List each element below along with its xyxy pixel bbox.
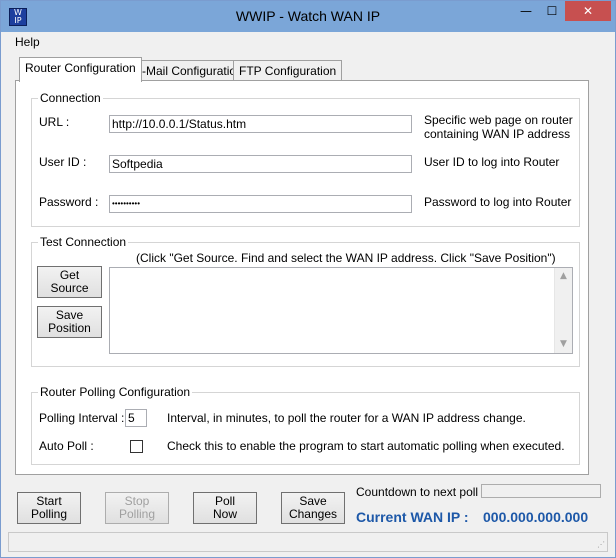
menu-help[interactable]: Help [15, 35, 40, 49]
connection-legend: Connection [40, 91, 101, 105]
test-instructions: (Click "Get Source. Find and select the … [136, 251, 556, 265]
source-textarea[interactable]: ▲ ▼ [109, 267, 573, 354]
userid-label: User ID : [39, 155, 87, 169]
tab-email-configuration[interactable]: E-Mail Configuration [128, 60, 249, 81]
autopoll-label: Auto Poll : [39, 439, 94, 453]
autopoll-help: Check this to enable the program to star… [167, 439, 565, 453]
current-wan-ip-label: Current WAN IP : [356, 509, 469, 525]
polling-config-legend: Router Polling Configuration [40, 385, 191, 399]
polling-interval-help: Interval, in minutes, to poll the router… [167, 411, 526, 425]
url-label: URL : [39, 115, 70, 129]
start-polling-button[interactable]: Start Polling [17, 492, 81, 524]
tab-router-configuration[interactable]: Router Configuration [19, 57, 142, 82]
userid-help: User ID to log into Router [424, 155, 560, 169]
stop-polling-button[interactable]: Stop Polling [105, 492, 169, 524]
resize-grip-icon[interactable]: ⋰ [597, 540, 605, 549]
minimize-icon[interactable]: — [513, 1, 539, 21]
polling-interval-label: Polling Interval : [39, 411, 125, 425]
tab-ftp-configuration[interactable]: FTP Configuration [233, 60, 343, 81]
router-config-panel: Connection URL : http://10.0.0.1/Status.… [15, 80, 589, 475]
current-wan-ip-value: 000.000.000.000 [483, 509, 589, 525]
password-label: Password : [39, 195, 99, 209]
polling-interval-input[interactable]: 5 [125, 409, 147, 427]
scroll-up-icon[interactable]: ▲ [555, 268, 572, 285]
countdown-value [481, 484, 601, 498]
countdown-label: Countdown to next poll : [356, 485, 485, 499]
test-connection-legend: Test Connection [40, 235, 127, 249]
poll-now-button[interactable]: Poll Now [193, 492, 257, 524]
url-input[interactable]: http://10.0.0.1/Status.htm [109, 115, 412, 133]
maximize-icon[interactable]: ☐ [539, 1, 565, 21]
status-bar: ⋰ [8, 532, 608, 552]
main-window: W IP WWIP - Watch WAN IP — ☐ ✕ Help Rout… [0, 0, 616, 558]
password-input[interactable]: •••••••••• [109, 195, 412, 213]
url-help-line1: Specific web page on router [424, 113, 573, 127]
save-position-button[interactable]: Save Position [37, 306, 102, 338]
close-icon[interactable]: ✕ [565, 1, 611, 21]
autopoll-checkbox[interactable] [130, 440, 143, 453]
polling-config-group: Router Polling Configuration [31, 385, 580, 465]
url-help-line2: containing WAN IP address [424, 127, 571, 141]
userid-input[interactable]: Softpedia [109, 155, 412, 173]
save-changes-button[interactable]: Save Changes [281, 492, 345, 524]
menu-bar: Help [1, 32, 615, 52]
get-source-button[interactable]: Get Source [37, 266, 102, 298]
scroll-down-icon[interactable]: ▼ [555, 336, 572, 353]
source-scrollbar[interactable]: ▲ ▼ [554, 268, 572, 353]
title-bar[interactable]: W IP WWIP - Watch WAN IP — ☐ ✕ [1, 1, 615, 32]
password-help: Password to log into Router [424, 195, 572, 209]
